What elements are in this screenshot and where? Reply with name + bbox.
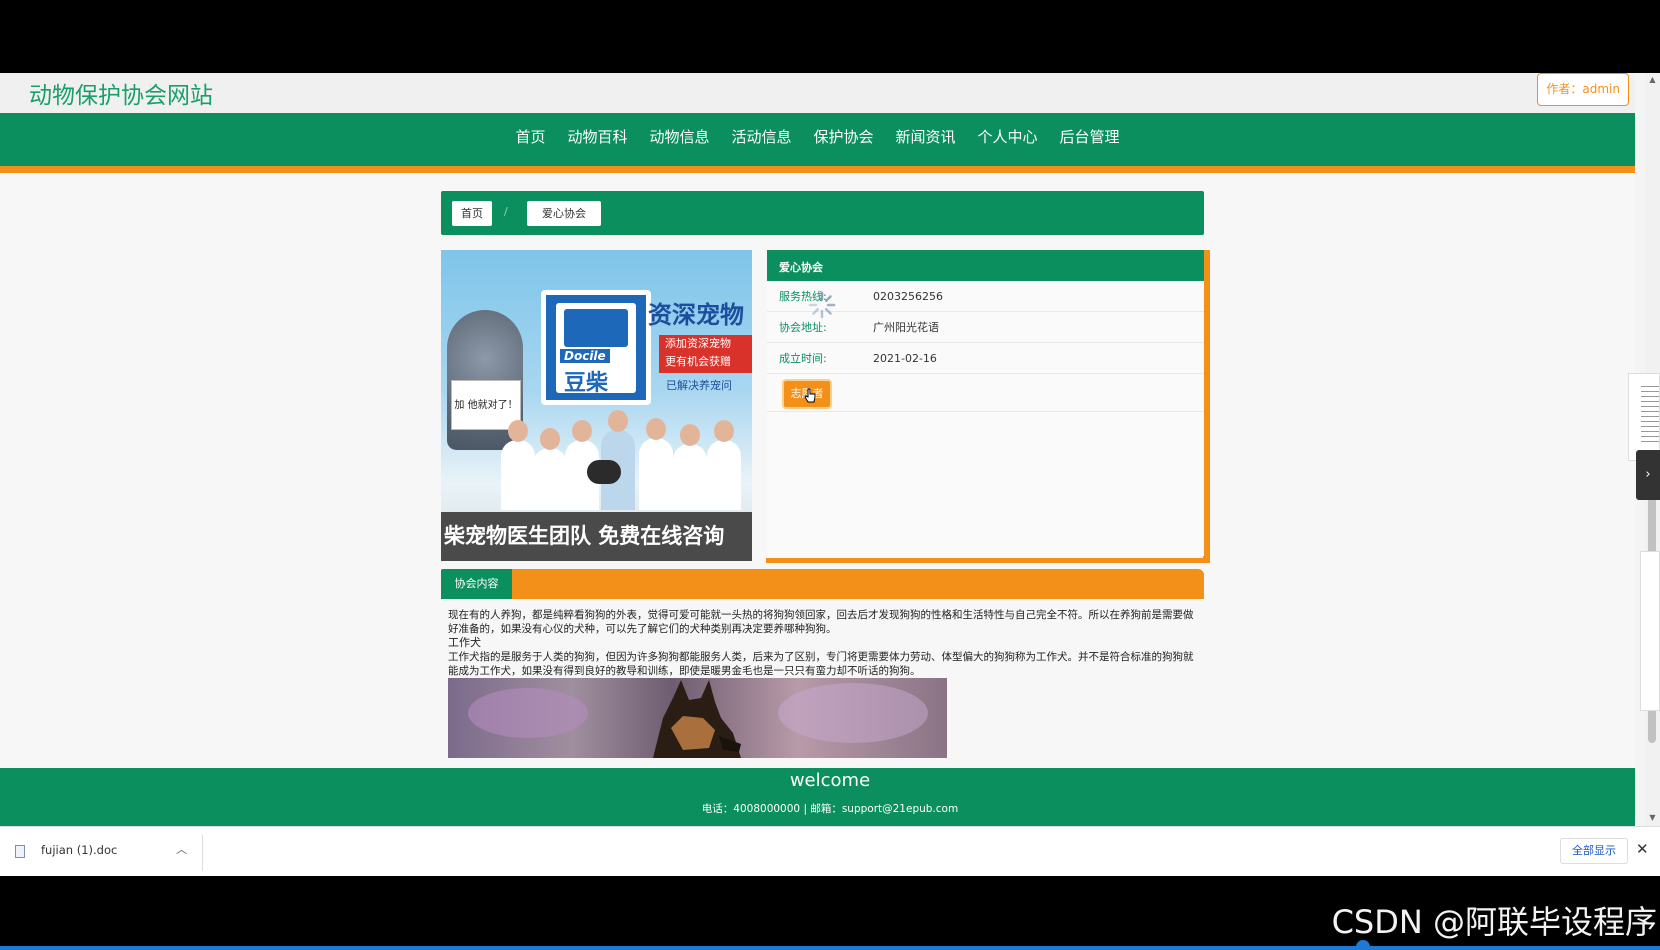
- breadcrumb-current[interactable]: 爱心协会: [527, 201, 601, 226]
- person-figure: [501, 440, 535, 510]
- person-figure: [533, 448, 567, 510]
- tab-association-content[interactable]: 协会内容: [441, 569, 512, 599]
- banner-promo: 添加资深宠物 更有机会获赠: [659, 335, 752, 373]
- download-bar: fujian (1).doc ︿ 全部显示 ✕: [0, 826, 1660, 876]
- site-title[interactable]: 动物保护协会网站: [29, 76, 213, 110]
- banner-subtext: 已解决养宠问: [666, 379, 732, 392]
- info-label: 成立时间:: [779, 352, 827, 365]
- nav-item-news[interactable]: 新闻资讯: [896, 126, 956, 147]
- info-value: 广州阳光花语: [873, 321, 939, 334]
- logo-mark-icon: [564, 309, 628, 347]
- person-figure: [639, 438, 673, 510]
- loading-spinner-icon: [808, 291, 836, 319]
- chevron-right-icon: ›: [1645, 467, 1651, 482]
- brand-en: Docile: [560, 349, 610, 363]
- scroll-up-arrow-icon[interactable]: ▲: [1648, 75, 1657, 84]
- brand-cn: 豆柴: [564, 371, 609, 396]
- person-head: [572, 420, 592, 442]
- photo-bokeh: [778, 683, 928, 743]
- person-head: [646, 418, 666, 440]
- person-head: [608, 410, 628, 432]
- info-value: 0203256256: [873, 290, 943, 303]
- nav-item-personal-center[interactable]: 个人中心: [978, 126, 1038, 147]
- person-figure: [673, 444, 707, 510]
- association-content-text: 现在有的人养狗，都是纯粹看狗狗的外表，觉得可爱可能就一头热的将狗狗领回家，回去后…: [448, 608, 1198, 678]
- brand-logo-inner: Docile 豆柴: [556, 303, 636, 396]
- content-paragraph: 现在有的人养狗，都是纯粹看狗狗的外表，觉得可爱可能就一头热的将狗狗领回家，回去后…: [448, 609, 1194, 635]
- side-panel-toggle[interactable]: ›: [1636, 450, 1660, 500]
- footer-contact: 电话：4008000000 | 邮箱：support@21epub.com: [701, 803, 959, 815]
- side-panel: [1640, 551, 1660, 711]
- chevron-up-icon[interactable]: ︿: [176, 841, 187, 857]
- dog-figure: [587, 460, 621, 484]
- shepherd-dog-figure: [653, 680, 741, 758]
- association-banner-image: 加 他就对了！ Docile 豆柴 资深宠物 添加资深宠物 更有机会获赠 已解决…: [441, 250, 752, 561]
- nav-item-activities[interactable]: 活动信息: [731, 126, 791, 147]
- web-page: 动物保护协会网站 作者：admin 首页 动物百科 动物信息 活动信息 保护协会…: [0, 73, 1635, 826]
- nav-item-association[interactable]: 保护协会: [814, 126, 874, 147]
- person-head: [508, 420, 528, 442]
- content-heading: 工作犬: [448, 636, 481, 649]
- hand-cursor-icon: [804, 388, 816, 403]
- footer-title: welcome: [789, 770, 871, 791]
- nav-item-home[interactable]: 首页: [515, 126, 545, 147]
- author-button[interactable]: 作者：admin: [1537, 73, 1629, 106]
- breadcrumb-separator: /: [504, 205, 508, 218]
- download-divider: [202, 835, 203, 871]
- watermark: CSDN @阿联毕设程序: [1331, 903, 1657, 941]
- preview-lines: [1641, 386, 1659, 446]
- association-info-inner: 爱心协会 服务热线: 0203256256 协会地址: 广州阳光花语 成立时间:…: [767, 250, 1204, 556]
- banner-headline: 资深宠物: [648, 301, 744, 329]
- content-tab-bar: 协会内容: [441, 569, 1204, 599]
- progress-line: [0, 946, 1660, 950]
- screen: 动物保护协会网站 作者：admin 首页 动物百科 动物信息 活动信息 保护协会…: [0, 0, 1660, 950]
- doctor-team-figures: [501, 410, 752, 510]
- browser-viewport: 动物保护协会网站 作者：admin 首页 动物百科 动物信息 活动信息 保护协会…: [0, 73, 1660, 876]
- banner-promo-line2: 更有机会获赠: [665, 355, 731, 368]
- nav-item-animal-info[interactable]: 动物信息: [649, 126, 709, 147]
- info-header: 爱心协会: [767, 250, 1204, 281]
- show-all-button[interactable]: 全部显示: [1560, 838, 1628, 864]
- brand-logo: Docile 豆柴: [541, 290, 651, 405]
- breadcrumb-home[interactable]: 首页: [452, 201, 492, 226]
- info-value: 2021-02-16: [873, 352, 937, 365]
- dog-photo: [448, 678, 947, 758]
- top-bar: 动物保护协会网站 作者：admin: [0, 73, 1635, 113]
- document-icon: [15, 845, 25, 858]
- main-nav: 首页 动物百科 动物信息 活动信息 保护协会 新闻资讯 个人中心 后台管理: [0, 113, 1635, 173]
- side-preview-thumbnail[interactable]: [1628, 373, 1660, 461]
- nav-item-animal-wiki[interactable]: 动物百科: [567, 126, 627, 147]
- volunteer-row: 志愿者: [767, 374, 1204, 412]
- person-figure: [707, 440, 741, 510]
- person-head: [540, 428, 560, 450]
- association-info-card: 爱心协会 服务热线: 0203256256 协会地址: 广州阳光花语 成立时间:…: [766, 250, 1210, 563]
- photo-bokeh: [468, 688, 588, 738]
- download-file-name[interactable]: fujian (1).doc: [41, 843, 117, 857]
- banner-bottom-text: 柴宠物医生团队 免费在线咨询: [441, 512, 752, 561]
- person-head: [680, 424, 700, 446]
- breadcrumb: 首页 / 爱心协会: [441, 191, 1204, 235]
- site-footer: welcome 电话：4008000000 | 邮箱：support@21epu…: [0, 768, 1635, 826]
- scroll-down-arrow-icon[interactable]: ▼: [1648, 813, 1657, 822]
- banner-promo-line1: 添加资深宠物: [665, 337, 731, 350]
- person-head: [714, 420, 734, 442]
- nav-item-admin[interactable]: 后台管理: [1060, 126, 1120, 147]
- content-paragraph: 工作犬指的是服务于人类的狗狗，但因为许多狗狗都能服务人类，后来为了区别，专门将更…: [448, 651, 1194, 677]
- info-row-founded: 成立时间: 2021-02-16: [767, 343, 1204, 374]
- close-icon[interactable]: ✕: [1636, 840, 1649, 858]
